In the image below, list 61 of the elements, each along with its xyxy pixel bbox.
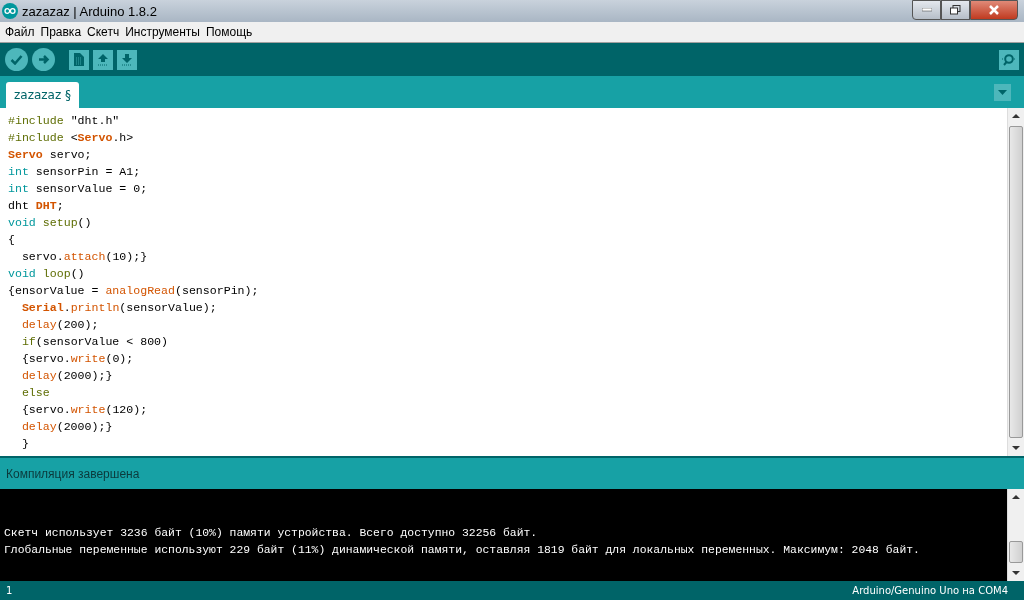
scroll-down-icon[interactable] <box>1011 569 1021 577</box>
code-line: delay(200); <box>20 317 100 333</box>
caret-icon <box>998 89 1007 95</box>
down-arrow-icon <box>121 53 133 66</box>
minimize-icon <box>921 8 932 12</box>
console-scrollbar[interactable] <box>1007 489 1024 581</box>
code-line: void setup() <box>8 215 93 231</box>
code-line: { <box>8 232 16 248</box>
editor-scrollbar[interactable] <box>1007 108 1024 456</box>
magnifier-icon <box>1001 52 1017 67</box>
app-logo-icon <box>2 3 18 19</box>
line-number: 1 <box>6 585 13 596</box>
scroll-down-icon[interactable] <box>1011 444 1021 452</box>
code-line: int sensorValue = 0; <box>8 181 149 197</box>
code-line: dht DHT; <box>8 198 65 214</box>
code-line: #include <Servo.h> <box>8 130 135 146</box>
open-button[interactable] <box>93 49 113 70</box>
tab-menu-button[interactable] <box>994 83 1011 101</box>
right-arrow-icon <box>37 54 50 65</box>
code-line: servo.attach(10);} <box>20 249 149 265</box>
code-line: {ensorValue = analogRead(sensorPin); <box>8 283 260 299</box>
close-icon <box>988 5 1000 15</box>
up-arrow-icon <box>97 53 109 66</box>
menu-item[interactable]: Правка <box>37 25 85 39</box>
scroll-thumb[interactable] <box>1009 126 1023 438</box>
save-button[interactable] <box>117 49 137 70</box>
code-line: {servo.write(0); <box>20 351 135 367</box>
menu-item[interactable]: Файл <box>2 25 38 39</box>
code-line: #include "dht.h" <box>8 113 121 129</box>
code-line: Servo servo; <box>8 147 93 163</box>
new-sketch-button[interactable] <box>69 49 89 70</box>
document-icon <box>74 53 84 66</box>
scroll-up-icon[interactable] <box>1011 493 1021 501</box>
code-line: if(sensorValue < 800) <box>20 334 170 350</box>
minimize-button[interactable] <box>912 0 941 20</box>
scroll-thumb[interactable] <box>1009 541 1023 563</box>
code-line: delay(2000);} <box>20 419 114 435</box>
code-line: void loop() <box>8 266 86 282</box>
code-line: int sensorPin = A1; <box>8 164 142 180</box>
verify-button[interactable] <box>5 48 28 71</box>
restore-button[interactable] <box>941 0 970 20</box>
close-button[interactable] <box>970 0 1018 20</box>
console-line: Глобальные переменные используют 229 байт (11%) динамической памяти, оставляя 1819 байт для локальных переменных. Максимум: 2048 байт. <box>4 543 921 558</box>
code-line: else <box>20 385 51 401</box>
code-line: {servo.write(120); <box>20 402 149 418</box>
file-tab[interactable]: zazazaz § <box>6 82 80 108</box>
upload-button[interactable] <box>32 48 55 71</box>
code-line: } <box>20 436 30 452</box>
window-title: zazazaz | Arduino 1.8.2 <box>22 3 158 19</box>
menu-item[interactable]: Скетч <box>84 25 123 39</box>
checkmark-icon <box>10 54 23 65</box>
board-port-label: Arduino/Genuino Uno на COM4 <box>852 585 1008 596</box>
code-line: delay(2000);} <box>20 368 114 384</box>
status-message: Компиляция завершена <box>6 466 140 481</box>
serial-monitor-button[interactable] <box>999 49 1019 70</box>
menu-item[interactable]: Инструменты <box>122 25 203 39</box>
console-line: Скетч использует 3236 байт (10%) памяти устройства. Всего доступно 32256 байт. <box>4 526 539 541</box>
restore-icon <box>950 5 961 15</box>
menu-item[interactable]: Помощь <box>202 25 256 39</box>
scroll-up-icon[interactable] <box>1011 112 1021 120</box>
code-line: Serial.println(sensorValue); <box>20 300 218 316</box>
